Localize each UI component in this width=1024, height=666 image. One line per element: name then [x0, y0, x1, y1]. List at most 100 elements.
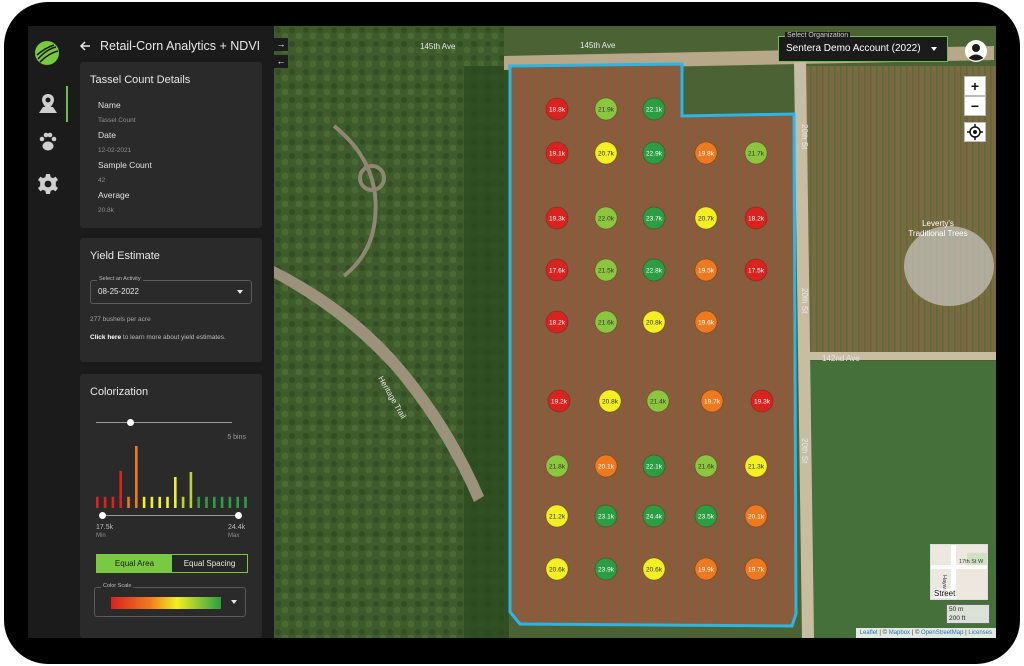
- sample-marker-label: 20.8k: [646, 320, 663, 327]
- sample-marker-label: 18.2k: [549, 320, 566, 327]
- zoom-in-button[interactable]: +: [964, 76, 986, 96]
- osm-link[interactable]: OpenStreetMap: [921, 630, 963, 636]
- sample-marker-label: 21.9k: [598, 107, 615, 114]
- color-scale-legend: Color Scale: [101, 583, 134, 589]
- leaflet-link[interactable]: Leaflet: [860, 630, 878, 636]
- satellite-map[interactable]: 145th Ave 145th Ave 20th St 20th St 20th…: [274, 26, 996, 638]
- equal-area-button[interactable]: Equal Area: [97, 555, 172, 572]
- histogram-bar: [166, 496, 169, 508]
- sample-marker-label: 19.8k: [698, 151, 715, 158]
- histogram-bar: [142, 496, 146, 508]
- histogram-bar: [119, 470, 122, 508]
- road-label-20th-b: 20th St: [800, 288, 809, 314]
- details-panel: Retail-Corn Analytics + NDVI Tassel Coun…: [68, 26, 274, 638]
- bins-label: 5 bins: [227, 434, 246, 441]
- range-min-label: Min: [96, 533, 106, 539]
- gear-icon[interactable]: [36, 172, 60, 196]
- bins-slider-track[interactable]: [96, 422, 232, 423]
- tassel-card-title: Tassel Count Details: [90, 74, 191, 86]
- sample-marker-label: 20.6k: [646, 567, 663, 574]
- licenses-link[interactable]: Licenses: [968, 630, 992, 636]
- sample-count-value: 42: [98, 177, 106, 184]
- sample-marker-label: 22.1k: [646, 107, 663, 114]
- range-max-value: 24.4k: [228, 524, 246, 531]
- sample-marker-label: 19.2k: [551, 399, 568, 406]
- activity-select[interactable]: Select an Activity 08-25-2022: [90, 276, 252, 304]
- color-gradient-swatch: [111, 597, 221, 609]
- sample-marker-label: 17.5k: [748, 268, 765, 275]
- range-max-handle[interactable]: [235, 512, 242, 519]
- sample-marker-label: 18.2k: [748, 216, 765, 223]
- histogram-bar: [96, 496, 99, 508]
- sample-marker-label: 20.7k: [698, 216, 715, 223]
- date-label: Date: [98, 130, 116, 140]
- color-scale-select[interactable]: Color Scale: [94, 583, 246, 617]
- sample-marker-label: 21.2k: [549, 514, 566, 521]
- haze-patch: [904, 226, 994, 306]
- histogram-bar: [189, 472, 193, 508]
- learn-more-link[interactable]: Click here: [90, 334, 121, 341]
- range-min-handle[interactable]: [99, 512, 106, 519]
- caret-down-icon: [931, 47, 937, 51]
- activity-select-value: 08-25-2022: [98, 287, 139, 296]
- road-label-145th-a: 145th Ave: [420, 42, 456, 51]
- histogram-bar: [150, 496, 154, 508]
- mapbox-link[interactable]: Mapbox: [889, 630, 910, 636]
- histogram-bar: [111, 496, 115, 508]
- equal-spacing-button[interactable]: Equal Spacing: [172, 555, 247, 572]
- attr-sep-2: | ©: [910, 630, 922, 636]
- yield-estimate-card: Yield Estimate Select an Activity 08-25-…: [80, 238, 262, 362]
- collapse-panel-button[interactable]: ←: [274, 55, 288, 68]
- map-pin-icon[interactable]: [36, 92, 60, 116]
- panel-title: Retail-Corn Analytics + NDVI: [100, 39, 261, 53]
- sample-count-label: Sample Count: [98, 160, 152, 170]
- bins-slider-handle[interactable]: [127, 419, 134, 426]
- distribution-toggle: Equal Area Equal Spacing: [96, 554, 248, 573]
- panel-header: Retail-Corn Analytics + NDVI: [78, 36, 268, 56]
- histogram-bar: [127, 496, 130, 508]
- zoom-out-button[interactable]: −: [964, 96, 986, 116]
- sample-marker-label: 21.3k: [748, 464, 765, 471]
- sample-marker-label: 19.1k: [549, 151, 566, 158]
- range-slider-track[interactable]: [102, 515, 238, 516]
- back-arrow-icon[interactable]: [78, 39, 92, 53]
- histogram-bar: [228, 496, 232, 508]
- sentera-logo-icon[interactable]: [34, 40, 60, 66]
- street-layer-toggle[interactable]: 17th St W Hayward Street: [930, 544, 988, 600]
- sample-marker-label: 23.9k: [598, 567, 615, 574]
- sample-marker-label: 21.6k: [598, 320, 615, 327]
- sample-marker-label: 22.1k: [646, 464, 663, 471]
- sample-marker-label: 20.1k: [598, 464, 615, 471]
- caret-down-icon: [231, 600, 237, 604]
- yield-card-title: Yield Estimate: [90, 250, 160, 262]
- sample-marker-label: 19.7k: [748, 567, 765, 574]
- colorization-card: Colorization 5 bins 17.5k Min 24.4k Max …: [80, 374, 262, 638]
- organization-select[interactable]: Select Organization Sentera Demo Account…: [778, 32, 948, 62]
- sample-marker-label: 24.4k: [646, 514, 663, 521]
- date-value: 12-02-2021: [98, 147, 132, 154]
- organization-value: Sentera Demo Account (2022): [786, 43, 921, 54]
- road-label-20th-c: 20th St: [800, 438, 809, 464]
- sample-marker-label: 22.9k: [646, 151, 663, 158]
- sample-marker-label: 21.5k: [598, 268, 615, 275]
- map-attribution: Leaflet | © Mapbox | © OpenStreetMap | L…: [855, 628, 996, 638]
- poi-label-leverty: Leverty's: [922, 219, 954, 228]
- histogram-bar: [197, 496, 200, 508]
- locate-button[interactable]: [964, 122, 986, 142]
- histogram-bar: [103, 496, 107, 508]
- tassel-count-card: Tassel Count Details Name Tassel Count D…: [80, 62, 262, 228]
- learn-more-text: Click here to learn more about yield est…: [90, 334, 226, 341]
- histogram-bar: [244, 496, 247, 508]
- expand-panel-button[interactable]: →: [274, 38, 288, 51]
- value-histogram: [96, 446, 247, 508]
- sample-marker-label: 21.6k: [698, 464, 715, 471]
- user-avatar-icon[interactable]: [964, 39, 988, 63]
- average-value: 20.8k: [98, 207, 114, 214]
- histogram-bar: [213, 496, 216, 508]
- learn-more-rest: to learn more about yield estimates.: [121, 334, 226, 341]
- sample-marker-label: 19.9k: [698, 567, 715, 574]
- range-max-label: Max: [228, 533, 240, 539]
- paw-icon[interactable]: [36, 130, 60, 154]
- map-view[interactable]: 145th Ave 145th Ave 20th St 20th St 20th…: [274, 26, 996, 638]
- sample-marker-label: 21.7k: [748, 151, 765, 158]
